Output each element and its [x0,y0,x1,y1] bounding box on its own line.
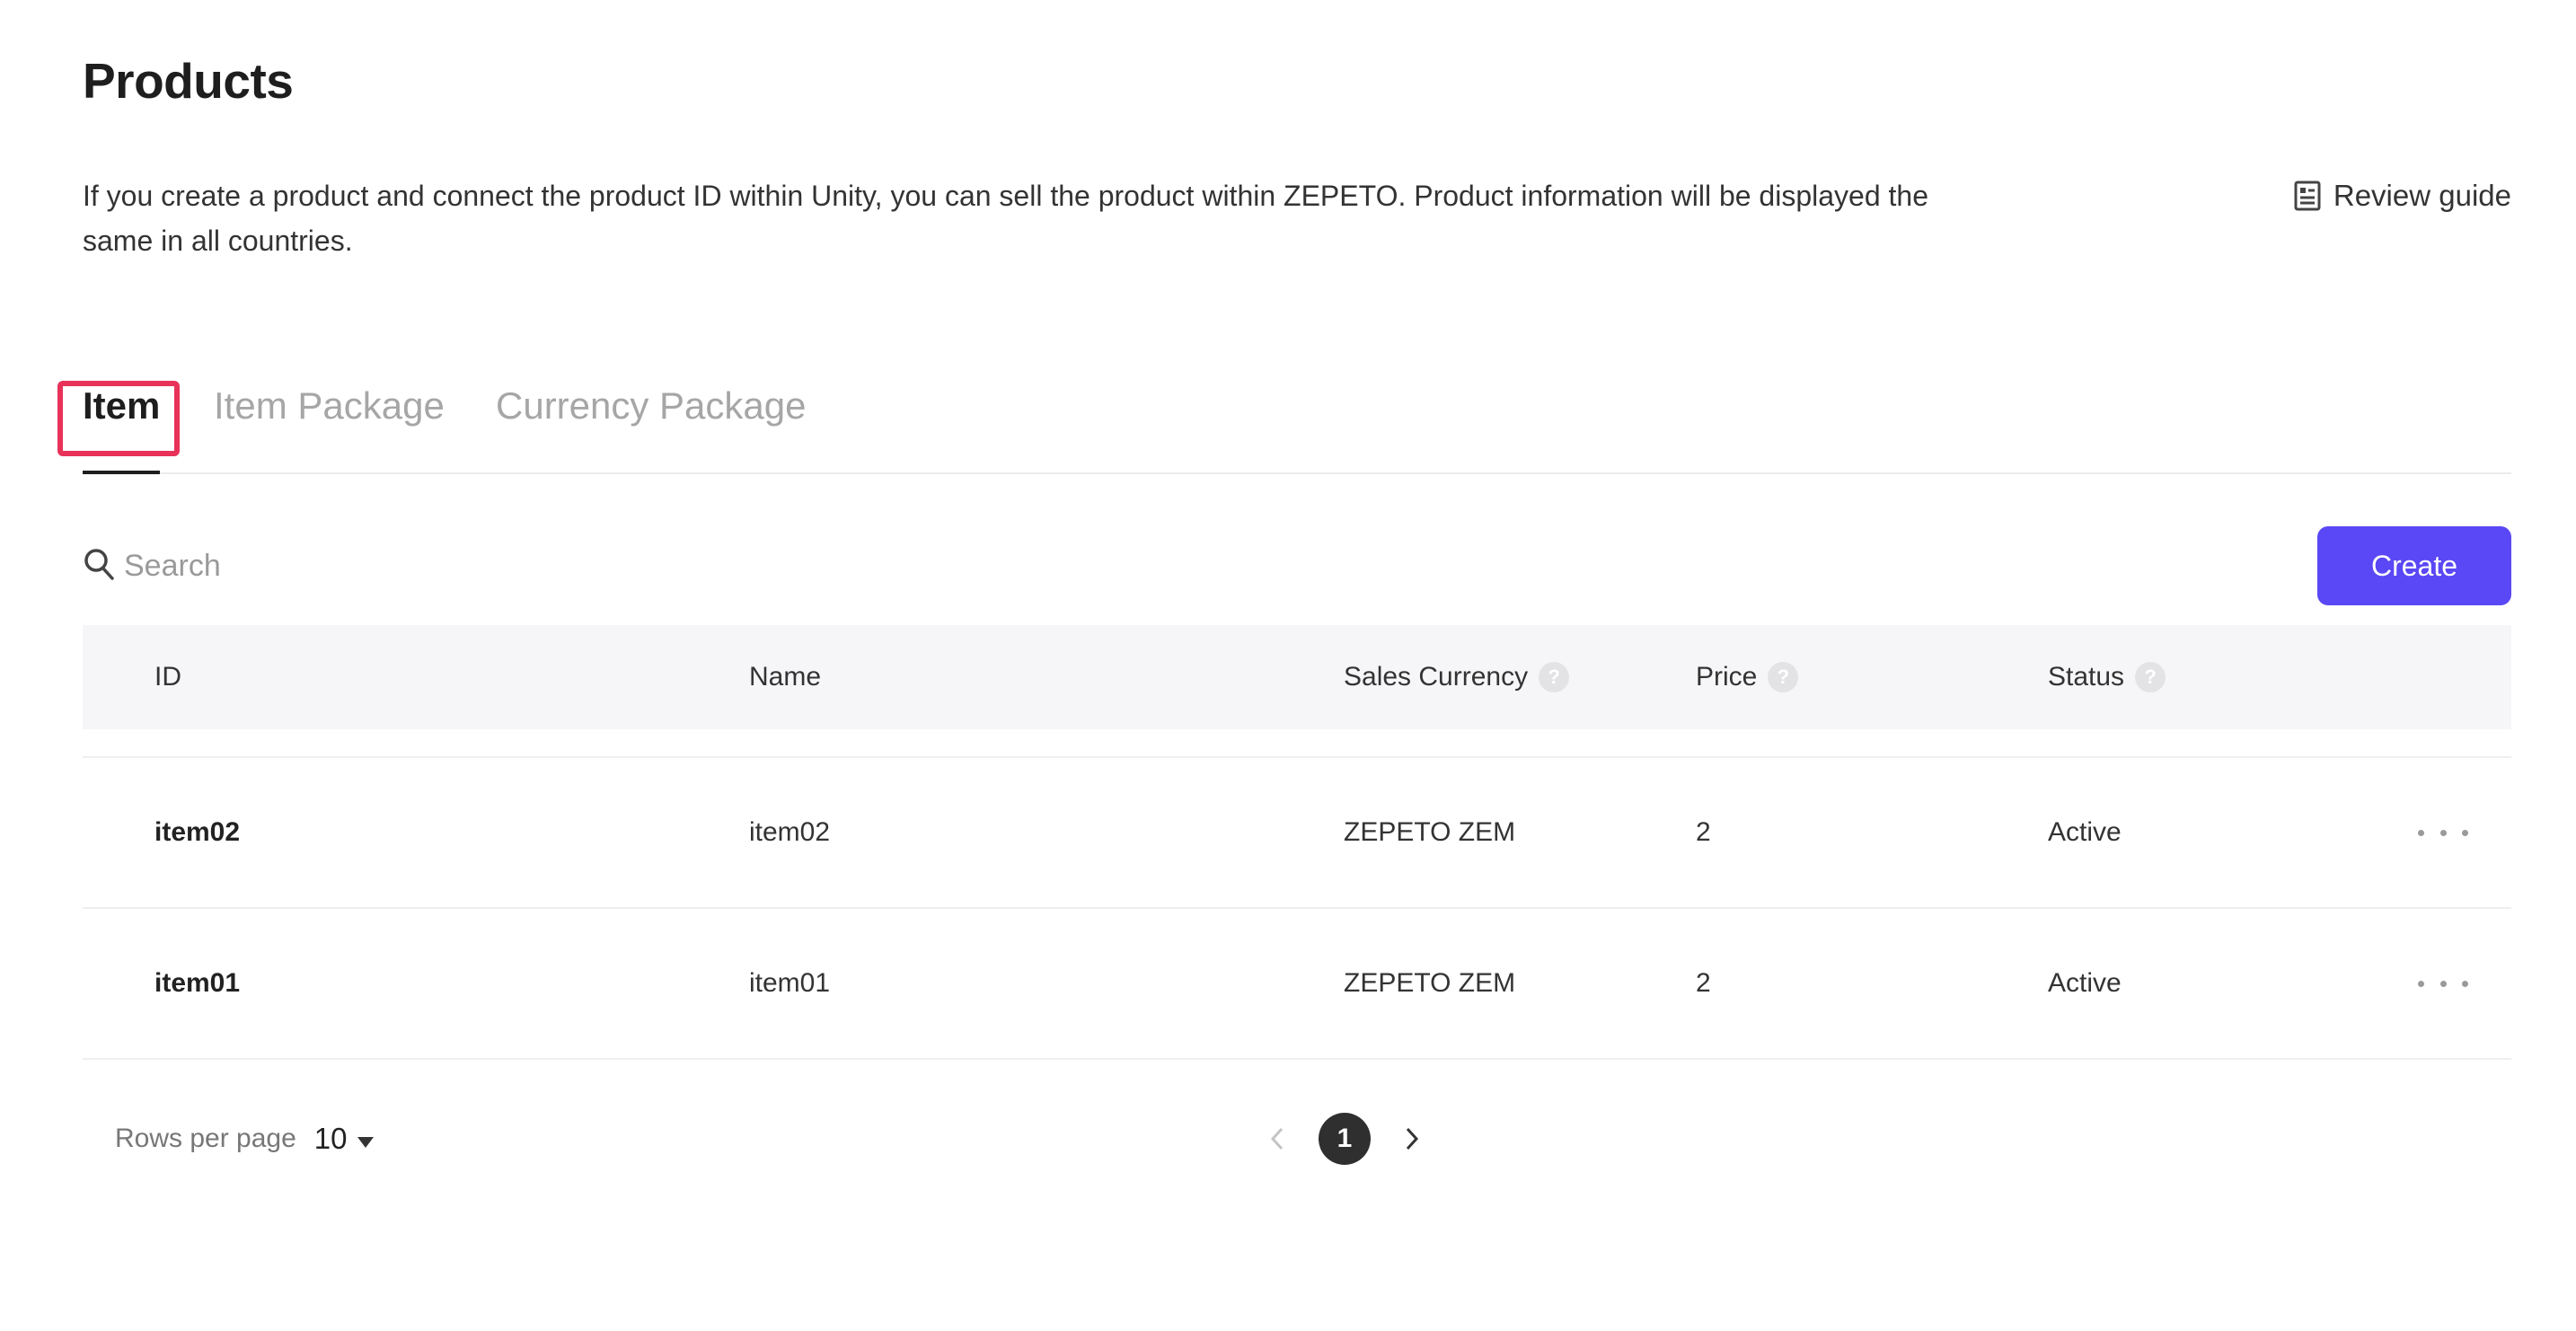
cell-id: item02 [154,817,241,847]
tab-currency-package[interactable]: Currency Package [496,384,807,428]
info-icon[interactable]: ? [1539,662,1570,692]
table-divider [83,729,2511,758]
cell-id: item01 [154,968,241,998]
chevron-left-icon[interactable] [1259,1121,1295,1157]
review-guide-label: Review guide [2333,179,2511,212]
cell-sales-currency: ZEPETO ZEM [1344,968,1516,998]
tab-currency-package-label: Currency Package [496,384,807,427]
column-header-sales-currency-label: Sales Currency [1344,662,1529,692]
pagination: 1 [1259,1103,1430,1175]
caret-down-icon [357,1122,375,1156]
review-guide-link[interactable]: Review guide [2294,173,2511,218]
table-header: ID Name Sales Currency ? Price ? Status … [83,625,2511,729]
page-number-current[interactable]: 1 [1319,1113,1371,1165]
rows-per-page-select[interactable]: 10 [314,1122,375,1156]
column-header-name-label: Name [749,662,822,692]
info-icon[interactable]: ? [1768,662,1799,692]
cell-price: 2 [1696,817,1711,847]
tab-item-package-label: Item Package [214,384,445,427]
cell-price: 2 [1696,968,1711,998]
active-tab-indicator [83,471,160,474]
more-options-icon[interactable] [2418,961,2468,1006]
tab-item-label: Item [83,384,161,427]
column-header-id-label: ID [154,662,181,692]
create-button[interactable]: Create [2317,526,2511,605]
table-row[interactable]: item02 item02 ZEPETO ZEM 2 Active [83,758,2511,909]
tab-item-package[interactable]: Item Package [214,384,445,428]
column-header-id: ID [154,625,181,729]
column-header-price: Price ? [1696,625,1799,729]
cell-sales-currency: ZEPETO ZEM [1344,817,1516,847]
product-tabs: Item Item Package Currency Package [57,366,2511,474]
table-footer: Rows per page 10 1 [83,1103,2511,1175]
column-header-price-label: Price [1696,662,1758,692]
cell-status: Active [2048,817,2122,847]
cell-status: Active [2048,968,2122,998]
column-header-status-label: Status [2048,662,2125,692]
rows-per-page-label: Rows per page [115,1124,296,1153]
column-header-status: Status ? [2048,625,2166,729]
info-icon[interactable]: ? [2135,662,2166,692]
table-row[interactable]: item01 item01 ZEPETO ZEM 2 Active [83,909,2511,1060]
search-icon [83,547,115,586]
chevron-right-icon[interactable] [1394,1121,1430,1157]
tab-item[interactable]: Item [57,381,180,456]
page-title: Products [83,53,294,109]
cell-name: item01 [749,968,831,998]
more-options-icon[interactable] [2418,810,2468,855]
column-header-sales-currency: Sales Currency ? [1344,625,1570,729]
rows-per-page: Rows per page 10 [115,1103,375,1175]
cell-name: item02 [749,817,831,847]
rows-per-page-value: 10 [313,1122,348,1155]
search-bar [83,541,622,591]
page-description: If you create a product and connect the … [83,180,1928,257]
document-icon [2294,181,2321,211]
products-table: ID Name Sales Currency ? Price ? Status … [83,625,2511,1060]
column-header-name: Name [749,625,821,729]
search-input[interactable] [124,548,591,584]
products-page: Products If you create a product and con… [57,0,2511,1331]
